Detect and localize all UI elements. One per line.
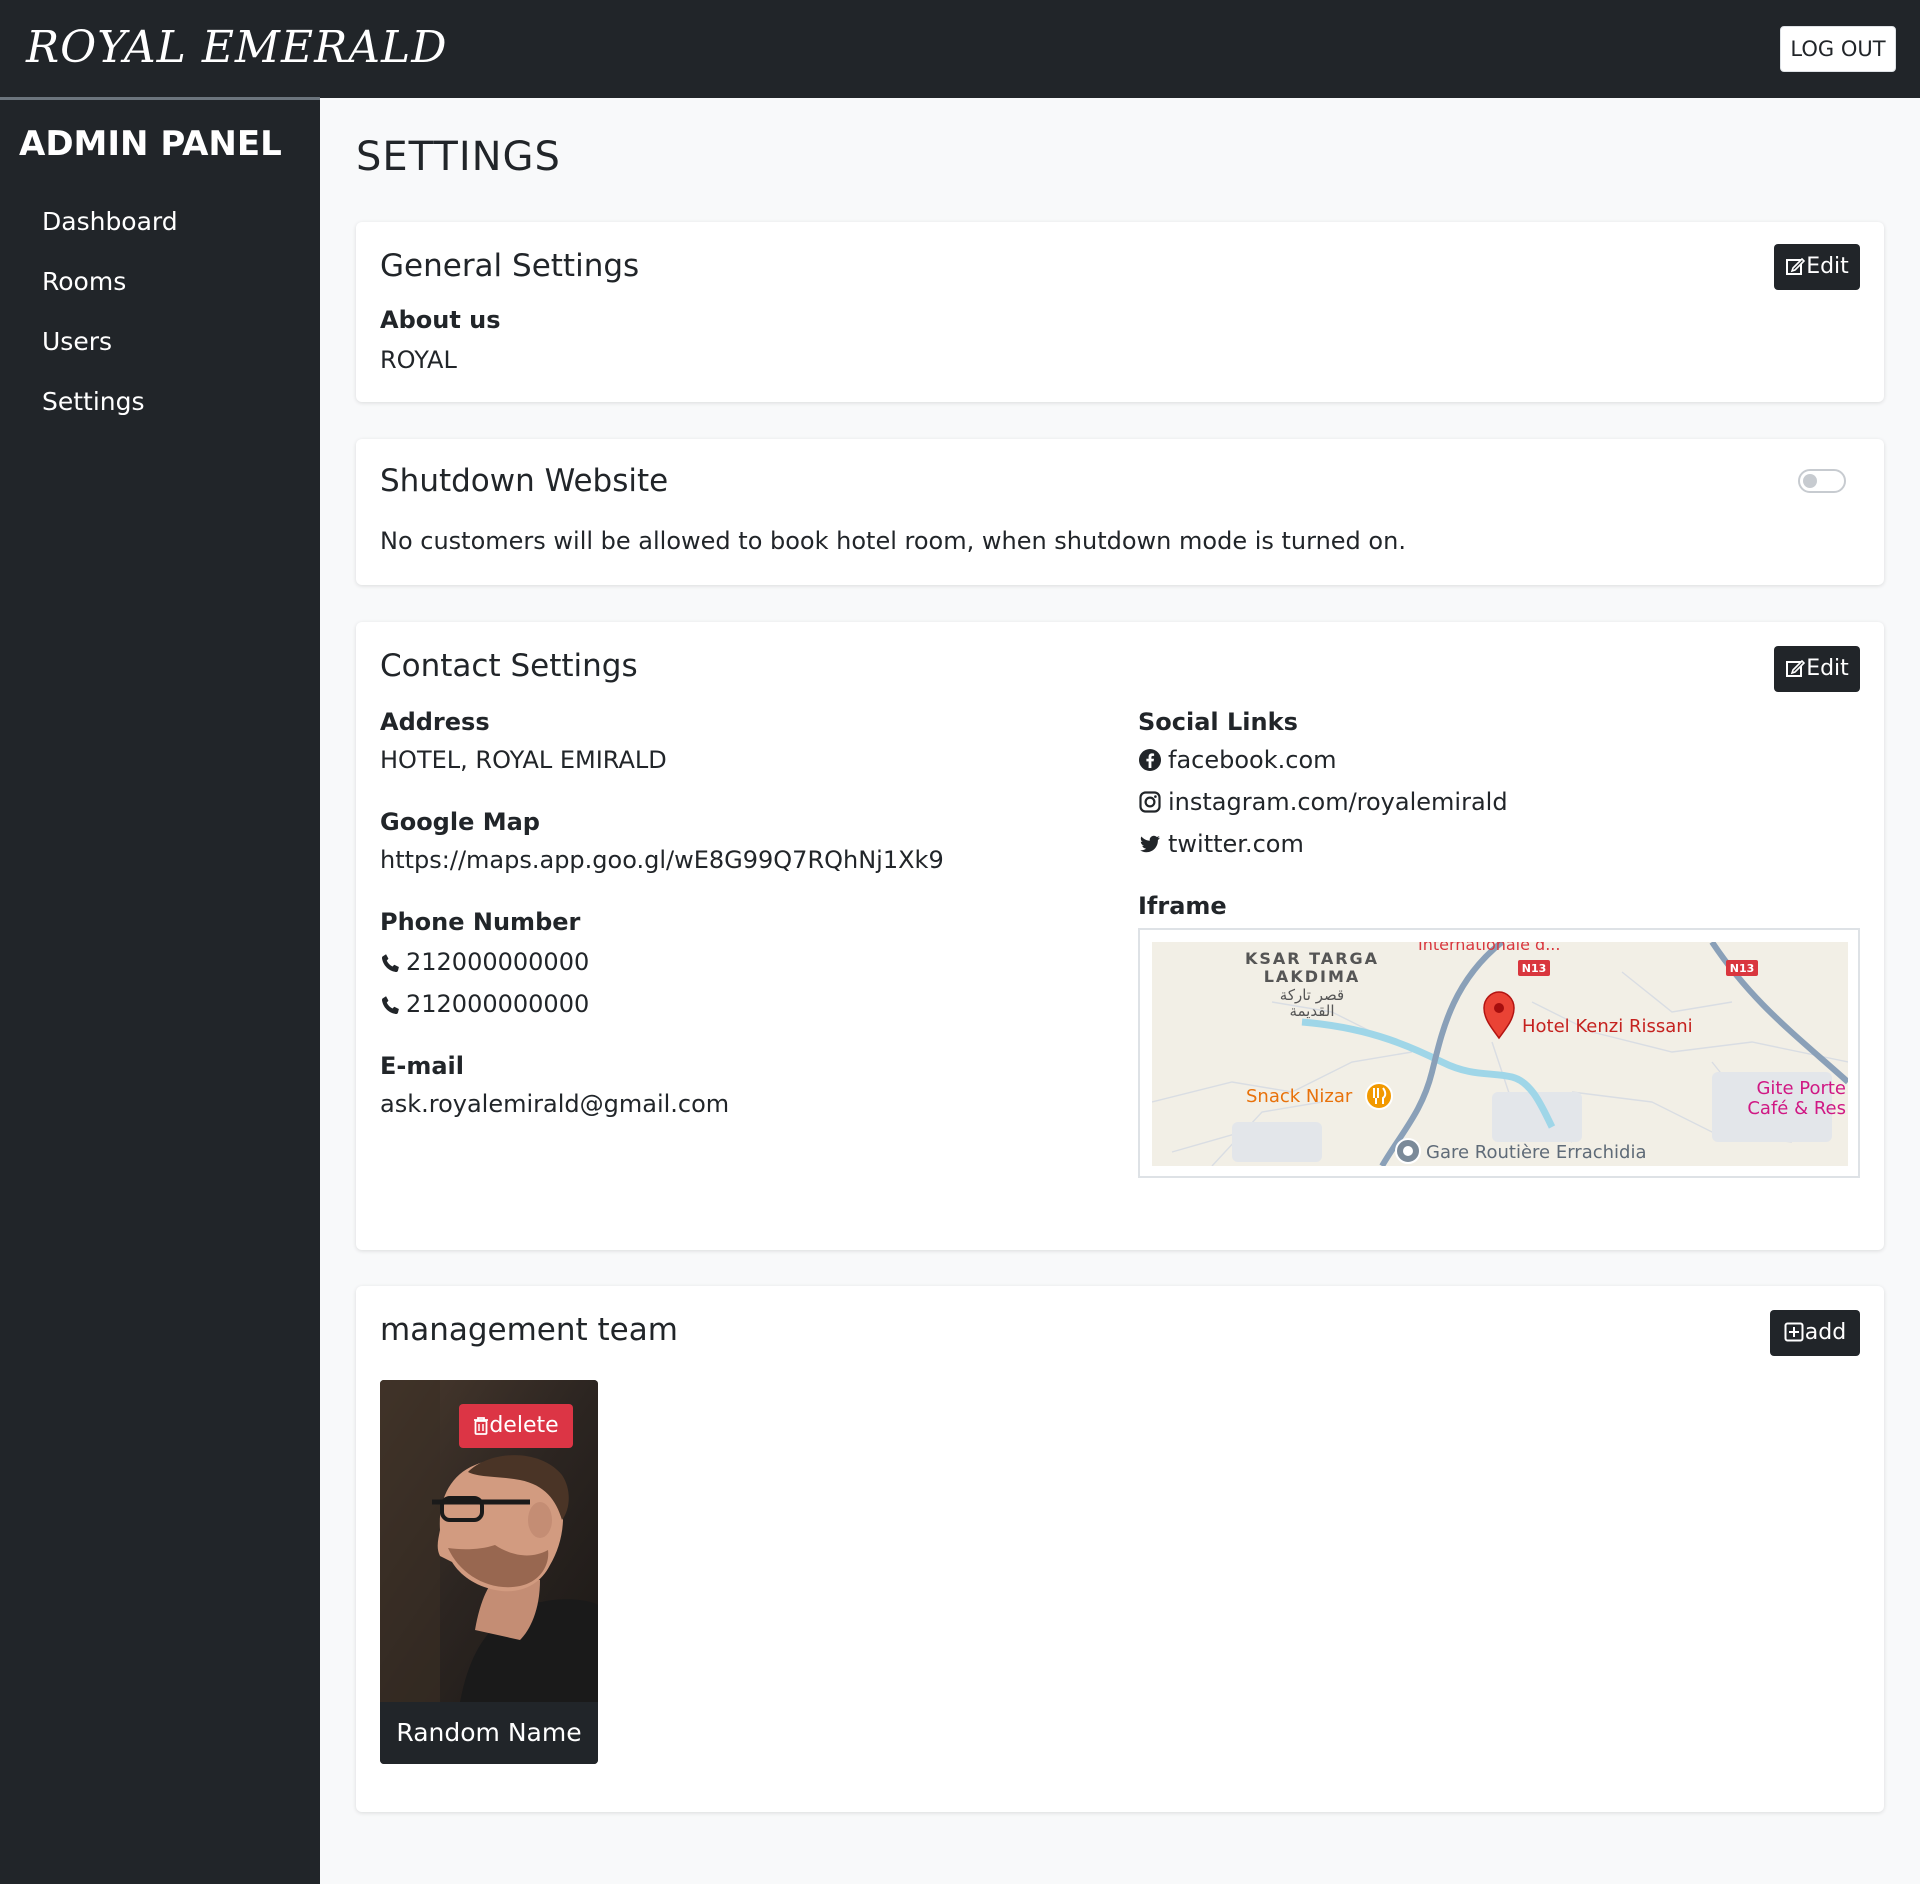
map-district-label-1: KSAR TARGA: [1245, 949, 1379, 968]
sidebar-item-users[interactable]: Users: [42, 327, 112, 356]
social-twitter[interactable]: twitter.com: [1138, 830, 1304, 858]
delete-member-button[interactable]: delete: [459, 1404, 573, 1448]
page-title: SETTINGS: [356, 134, 561, 180]
sidebar-title: ADMIN PANEL: [19, 124, 282, 164]
road-shield-n13-b: N13: [1730, 962, 1755, 975]
google-map-value: https://maps.app.goo.gl/wE8G99Q7RQhNj1Xk…: [380, 846, 944, 874]
phone-2: 212000000000: [380, 990, 589, 1018]
about-us-label: About us: [380, 306, 501, 334]
sidebar-item-dashboard[interactable]: Dashboard: [42, 207, 178, 236]
member-name: Random Name: [380, 1702, 598, 1764]
map-district-arabic-2: القديمة: [1289, 1002, 1334, 1020]
general-edit-label: Edit: [1806, 254, 1849, 279]
map-iframe[interactable]: N13 N13 KSAR TARGA LAKDIMA قصر تاركة الق…: [1138, 928, 1860, 1178]
email-value: ask.royalemirald@gmail.com: [380, 1090, 730, 1118]
trash-icon: [474, 1417, 489, 1435]
plus-square-icon: [1784, 1322, 1804, 1342]
address-value: HOTEL, ROYAL EMIRALD: [380, 746, 667, 774]
phone-2-text: 212000000000: [406, 990, 590, 1018]
social-instagram[interactable]: instagram.com/royalemirald: [1138, 788, 1508, 816]
management-team-title: management team: [380, 1312, 678, 1348]
about-us-value: ROYAL: [380, 346, 457, 374]
phone-1: 212000000000: [380, 948, 589, 976]
management-team-card: management team add delete Random Name: [356, 1286, 1884, 1812]
map-view[interactable]: N13 N13 KSAR TARGA LAKDIMA قصر تاركة الق…: [1152, 942, 1848, 1166]
phone-label: Phone Number: [380, 908, 581, 936]
sidebar-item-settings[interactable]: Settings: [42, 387, 145, 416]
road-shield-n13-a: N13: [1522, 962, 1547, 975]
map-gite-label-2: Café & Res: [1747, 1098, 1846, 1119]
contact-edit-label: Edit: [1806, 656, 1849, 681]
delete-member-label: delete: [489, 1413, 559, 1438]
edit-icon: [1786, 257, 1806, 275]
iframe-label: Iframe: [1138, 892, 1227, 920]
team-member-card: delete Random Name: [380, 1380, 598, 1764]
map-gite-label-1: Gite Porte: [1756, 1078, 1846, 1099]
sidebar-item-rooms[interactable]: Rooms: [42, 267, 126, 296]
general-edit-button[interactable]: Edit: [1774, 244, 1860, 290]
social-facebook[interactable]: facebook.com: [1138, 746, 1337, 774]
shutdown-card: Shutdown Website No customers will be al…: [356, 439, 1884, 585]
social-facebook-text: facebook.com: [1168, 746, 1337, 774]
map-hotel-label: Hotel Kenzi Rissani: [1522, 1016, 1693, 1037]
social-links-label: Social Links: [1138, 708, 1298, 736]
shutdown-description: No customers will be allowed to book hot…: [380, 527, 1406, 555]
map-station-label: Gare Routière Errachidia: [1426, 1142, 1646, 1163]
add-member-button[interactable]: add: [1770, 1310, 1860, 1356]
map-top-place-label: Internationale d...: [1418, 942, 1560, 954]
email-label: E-mail: [380, 1052, 465, 1080]
contact-settings-title: Contact Settings: [380, 648, 638, 684]
google-map-label: Google Map: [380, 808, 540, 836]
brand-logo[interactable]: ROYAL EMERALD: [26, 20, 448, 76]
phone-1-text: 212000000000: [406, 948, 590, 976]
edit-icon: [1786, 659, 1806, 677]
shutdown-title: Shutdown Website: [380, 463, 669, 499]
map-district-label-2: LAKDIMA: [1264, 967, 1361, 986]
phone-icon: [381, 996, 399, 1015]
map-snack-label: Snack Nizar: [1246, 1086, 1353, 1107]
contact-edit-button[interactable]: Edit: [1774, 646, 1860, 692]
shutdown-toggle[interactable]: [1798, 469, 1846, 493]
address-label: Address: [380, 708, 490, 736]
sidebar: ADMIN PANEL Dashboard Rooms Users Settin…: [0, 100, 320, 1884]
social-twitter-text: twitter.com: [1168, 830, 1304, 858]
logout-button[interactable]: LOG OUT: [1780, 26, 1896, 72]
top-navbar: ROYAL EMERALD LOG OUT: [0, 0, 1920, 100]
instagram-icon: [1139, 791, 1161, 813]
toggle-knob: [1803, 474, 1817, 488]
twitter-icon: [1140, 835, 1160, 853]
add-member-label: add: [1804, 1320, 1847, 1345]
general-settings-title: General Settings: [380, 248, 640, 284]
contact-settings-card: Contact Settings Edit Address HOTEL, ROY…: [356, 622, 1884, 1250]
facebook-icon: [1139, 749, 1161, 771]
general-settings-card: General Settings Edit About us ROYAL: [356, 222, 1884, 402]
social-instagram-text: instagram.com/royalemirald: [1168, 788, 1508, 816]
phone-icon: [381, 954, 399, 973]
